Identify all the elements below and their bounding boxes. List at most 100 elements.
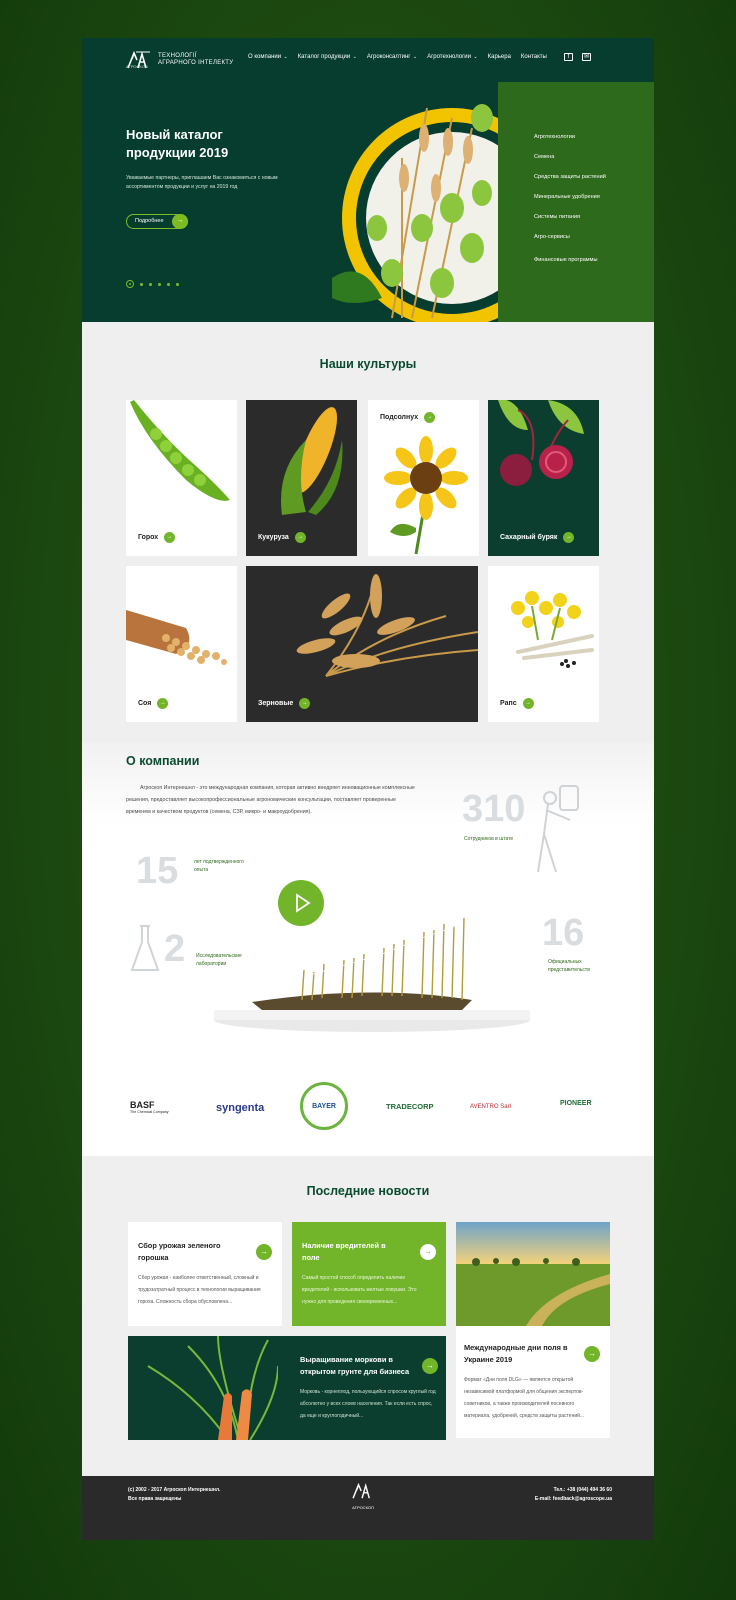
main-nav: О компании ⌄ Каталог продукции ⌄ Агрокон… — [248, 54, 547, 60]
side-menu-item[interactable]: Минеральные удобрения — [534, 194, 606, 214]
news-section: Последние новости Сбор урожая зеленого г… — [82, 1156, 654, 1476]
sunflower-image — [384, 436, 468, 555]
partner-logo-bayer[interactable]: BAYER — [300, 1082, 348, 1130]
arrow-right-icon[interactable]: → — [420, 1244, 436, 1260]
nav-item-catalog[interactable]: Каталог продукции ⌄ — [298, 54, 357, 60]
stat-label: лет подтвержденного опыта — [194, 859, 244, 873]
side-menu-item[interactable]: Агро-сервисы — [534, 234, 606, 254]
footer-copyright: (с) 2002 - 2017 Агроскоп Интернешнл. — [128, 1487, 221, 1493]
side-menu-item[interactable]: Семена — [534, 154, 606, 174]
chevron-down-icon: ⌄ — [472, 54, 478, 60]
side-menu-item[interactable]: Агротехнологии — [534, 134, 606, 154]
side-menu-item[interactable]: Финансовые программы — [534, 257, 606, 277]
news-card[interactable]: Сбор урожая зеленого горошка → Сбор урож… — [128, 1222, 282, 1326]
arrow-right-icon[interactable]: → — [256, 1244, 272, 1260]
news-title: Последние новости — [306, 1184, 430, 1198]
culture-card-label: Сахарный буряк → — [500, 532, 575, 543]
cultures-section: Наши культуры Горох → Кукуруза → Подсолнух — [82, 322, 654, 742]
nav-item-company[interactable]: О компании ⌄ — [248, 54, 288, 60]
footer-phone[interactable]: Тел.: +38 (044) 494 36 60 — [535, 1486, 612, 1495]
culture-card-label: Соя → — [138, 698, 169, 709]
news-card-text: Формат «Дни поля DLG» — является открыто… — [464, 1377, 585, 1419]
culture-name: Зерновые — [258, 700, 294, 707]
stat-value: 2 — [164, 928, 186, 970]
arrow-right-icon[interactable]: → — [422, 1358, 438, 1374]
carrots-image — [147, 1336, 278, 1440]
footer: (с) 2002 - 2017 Агроскоп Интернешнл. Все… — [82, 1476, 654, 1540]
stat-value: 310 — [462, 788, 526, 830]
stat-value: 16 — [542, 912, 585, 954]
slider-dot[interactable] — [158, 282, 161, 286]
nav-item-consulting[interactable]: Агроконсалтинг ⌄ — [367, 54, 417, 60]
news-card[interactable]: Наличие вредителей в поле → Самый просто… — [292, 1222, 446, 1326]
about-text: Агроскоп Интернешнл - это международная … — [126, 785, 415, 815]
culture-card-corn[interactable]: Кукуруза → — [246, 400, 357, 556]
side-menu-item[interactable]: Средства защиты растений — [534, 174, 606, 194]
footer-rights: Все права защищены — [128, 1496, 182, 1502]
wheat-growth-image — [214, 917, 530, 1032]
field-sunset-image — [456, 1222, 610, 1326]
nav-item-contacts[interactable]: Контакты — [521, 54, 547, 60]
nav-item-career[interactable]: Карьера — [488, 54, 511, 60]
footer-logo[interactable]: АГРОСКОП — [350, 1482, 376, 1510]
culture-card-soy[interactable]: Соя → — [126, 566, 237, 722]
about-section: О компании Агроскоп Интернешнл - это меж… — [82, 742, 654, 1156]
play-video-button[interactable] — [278, 880, 324, 926]
mail-icon[interactable]: ✉ — [582, 53, 591, 61]
peas-image — [130, 400, 230, 501]
culture-card-grains[interactable]: Зерновые → — [246, 566, 478, 722]
page: ТЕХНОЛОГІЇ АГРАРНОГО ІНТЕЛЕКТУ АГРОСКОП … — [82, 38, 654, 1540]
arrow-right-icon: → — [424, 412, 436, 423]
culture-card-peas[interactable]: Горох → — [126, 400, 237, 556]
news-card[interactable]: Выращивание моркови в открытом грунте дл… — [128, 1336, 446, 1440]
chevron-down-icon: ⌄ — [282, 54, 288, 60]
about-title: О компании — [126, 754, 200, 768]
more-button-label: Подробнее — [135, 218, 164, 224]
culture-card-sunflower[interactable]: Подсолнух → — [368, 400, 479, 556]
nav-label: Агроконсалтинг — [366, 54, 411, 60]
partner-logo-aventro[interactable]: AVENTRO Sarl — [470, 1104, 511, 1110]
nav-label: О компании — [248, 54, 282, 60]
chevron-down-icon: ⌄ — [411, 54, 418, 60]
grains-image — [296, 574, 478, 677]
farmer-sprayer-image — [537, 785, 579, 873]
culture-card-beet[interactable]: Сахарный буряк → — [488, 400, 599, 556]
side-menu-item[interactable]: Системы питания — [534, 214, 606, 234]
culture-card-rapeseed[interactable]: Рапс → — [488, 566, 599, 722]
arrow-right-icon: → — [164, 532, 176, 543]
partner-logo-tradecorp[interactable]: TRADECORP — [386, 1102, 434, 1111]
culture-card-label: Подсолнух → — [380, 412, 436, 423]
news-card[interactable]: Международные дни поля в Украине 2019 → … — [456, 1222, 610, 1438]
footer-right: Тел.: +38 (044) 494 36 60 E-mail: feedba… — [535, 1486, 612, 1504]
hero-text: Уважаемые партнеры, приглашаем Вас ознак… — [126, 175, 278, 190]
hero-side-menu: Агротехнологии Семена Средства защиты ра… — [498, 82, 654, 322]
nav-item-agrotech[interactable]: Агротехнологии ⌄ — [427, 54, 478, 60]
more-button[interactable]: Подробнее → — [126, 214, 188, 229]
arrow-right-icon: → — [157, 698, 169, 709]
arrow-right-icon: → — [299, 698, 311, 709]
partner-logo-basf[interactable]: BASF The Chemical Company — [130, 1100, 169, 1114]
footer-email[interactable]: E-mail: feedback@agroscope.ua — [535, 1495, 612, 1504]
slider-dot[interactable] — [140, 282, 143, 286]
culture-name: Горох — [138, 534, 159, 541]
slider-dot-active[interactable] — [126, 280, 134, 288]
slider-dot[interactable] — [149, 282, 152, 286]
logo-line1: ТЕХНОЛОГІЇ — [158, 53, 197, 59]
partner-logo-pioneer[interactable]: PIONEER — [560, 1100, 592, 1107]
culture-name: Сахарный буряк — [500, 534, 558, 541]
culture-name: Соя — [138, 700, 152, 707]
news-card-title: Наличие вредителей в поле — [302, 1241, 386, 1262]
cultures-title: Наши культуры — [319, 357, 417, 371]
partner-logo-syngenta[interactable]: syngenta — [216, 1102, 264, 1114]
slider-dot[interactable] — [167, 282, 170, 286]
corn-image — [281, 407, 343, 515]
nav-label: Каталог продукции — [297, 54, 351, 60]
slider-dots — [126, 280, 179, 288]
facebook-icon[interactable]: f — [564, 53, 573, 61]
footer-left: (с) 2002 - 2017 Агроскоп Интернешнл. Все… — [128, 1486, 220, 1504]
slider-dot[interactable] — [176, 282, 179, 286]
hero-wheat-hops-image — [332, 104, 502, 322]
arrow-right-icon[interactable]: → — [584, 1346, 600, 1362]
footer-logo-text: АГРОСКОП — [352, 1505, 374, 1510]
partner-logos: BASF The Chemical Company syngenta BAYER… — [82, 1082, 654, 1132]
